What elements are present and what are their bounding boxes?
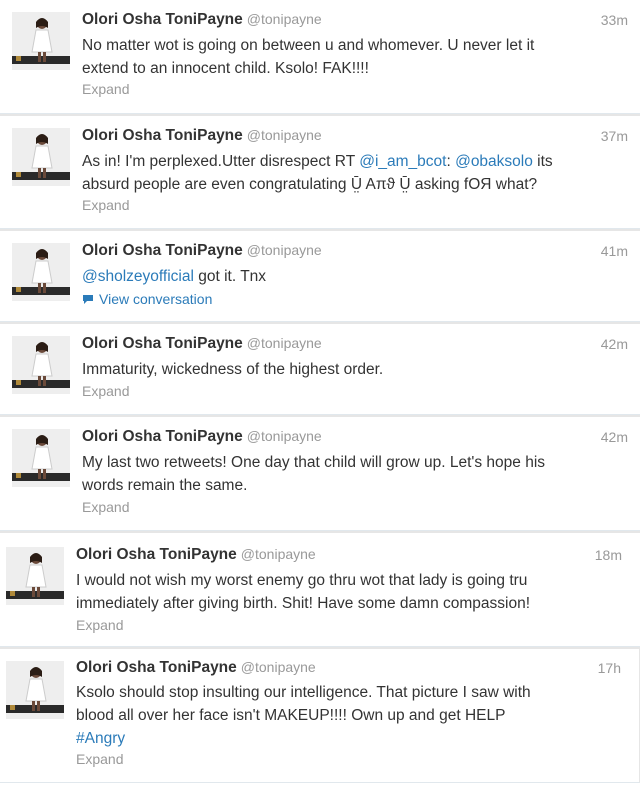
display-name[interactable]: Olori Osha ToniPayne @tonipayne (76, 546, 316, 564)
avatar[interactable] (12, 429, 70, 487)
handle[interactable]: @tonipayne (247, 242, 322, 258)
mention-link[interactable]: @sholzeyofficial (82, 268, 194, 285)
timestamp[interactable]: 37m (601, 128, 628, 144)
display-name[interactable]: Olori Osha ToniPayne @tonipayne (82, 335, 322, 353)
expand-link[interactable]: Expand (82, 81, 129, 97)
tweet-text: I would not wish my worst enemy go thru … (76, 572, 531, 612)
tweet-text: My last two retweets! One day that child… (82, 454, 546, 494)
tweet[interactable]: Olori Osha ToniPayne @tonipayne 42m My la… (0, 417, 640, 531)
avatar[interactable] (12, 336, 70, 394)
timestamp[interactable]: 42m (601, 336, 628, 352)
avatar[interactable] (6, 661, 64, 719)
handle[interactable]: @tonipayne (247, 11, 322, 27)
tweet-text: As in! I'm perplexed.Utter disrespect RT… (82, 153, 553, 193)
display-name[interactable]: Olori Osha ToniPayne @tonipayne (82, 242, 322, 260)
tweet[interactable]: Olori Osha ToniPayne @tonipayne 41m @shol… (0, 231, 640, 322)
speech-bubble-icon (83, 295, 93, 304)
handle[interactable]: @tonipayne (247, 335, 322, 351)
expand-link[interactable]: Expand (76, 617, 123, 633)
display-name[interactable]: Olori Osha ToniPayne @tonipayne (82, 127, 322, 145)
timestamp[interactable]: 33m (601, 12, 628, 28)
expand-link[interactable]: Expand (82, 197, 129, 213)
tweet-text: No matter wot is going on between u and … (82, 37, 535, 77)
timestamp[interactable]: 17h (598, 660, 621, 676)
tweet[interactable]: Olori Osha ToniPayne @tonipayne 37m As in… (0, 116, 640, 229)
tweet-text: Immaturity, wickedness of the highest or… (82, 361, 384, 378)
tweet[interactable]: Olori Osha ToniPayne @tonipayne 42m Immat… (0, 324, 640, 415)
handle[interactable]: @tonipayne (247, 127, 322, 143)
mention-link[interactable]: @i_am_bcot (359, 153, 446, 170)
display-name[interactable]: Olori Osha ToniPayne @tonipayne (82, 11, 322, 29)
timestamp[interactable]: 41m (601, 243, 628, 259)
handle[interactable]: @tonipayne (241, 546, 316, 562)
display-name[interactable]: Olori Osha ToniPayne @tonipayne (76, 659, 316, 677)
avatar[interactable] (12, 128, 70, 186)
expand-link[interactable]: Expand (76, 751, 123, 767)
tweet-text: Ksolo should stop insulting our intellig… (76, 684, 531, 747)
tweet[interactable]: Olori Osha ToniPayne @tonipayne 17h Ksolo… (0, 649, 640, 783)
timestamp[interactable]: 42m (601, 429, 628, 445)
handle[interactable]: @tonipayne (241, 659, 316, 675)
view-conversation-link[interactable]: View conversation (82, 291, 212, 307)
avatar[interactable] (12, 243, 70, 301)
tweet[interactable]: Olori Osha ToniPayne @tonipayne 33m No ma… (0, 0, 640, 114)
mention-link[interactable]: @obaksolo (455, 153, 533, 170)
display-name[interactable]: Olori Osha ToniPayne @tonipayne (82, 428, 322, 446)
hashtag-link[interactable]: #Angry (76, 730, 125, 747)
tweet-text: @sholzeyofficial got it. Tnx (82, 268, 267, 285)
tweet[interactable]: Olori Osha ToniPayne @tonipayne 18m I wou… (0, 533, 640, 647)
avatar[interactable] (12, 12, 70, 70)
avatar[interactable] (6, 547, 64, 605)
expand-link[interactable]: Expand (82, 499, 129, 515)
timestamp[interactable]: 18m (595, 547, 622, 563)
handle[interactable]: @tonipayne (247, 428, 322, 444)
expand-link[interactable]: Expand (82, 383, 129, 399)
